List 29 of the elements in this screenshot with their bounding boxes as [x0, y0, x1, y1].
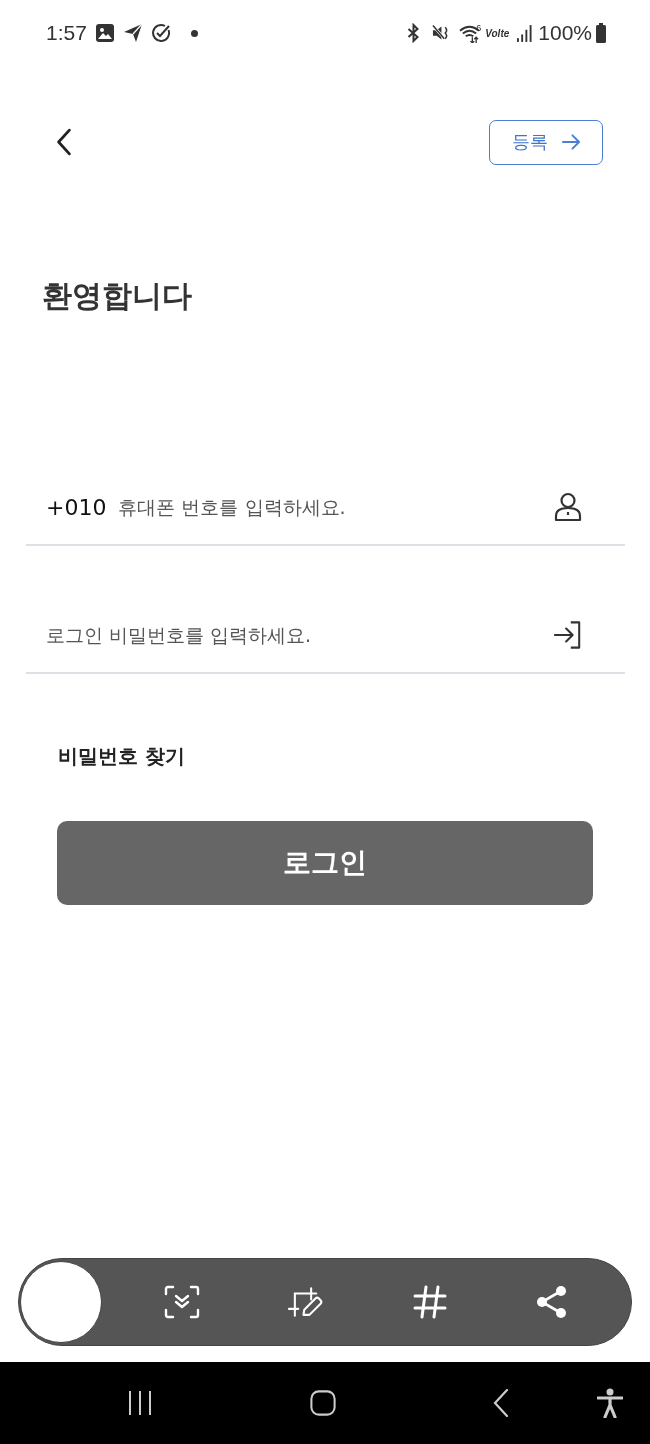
- network-label: Volte: [485, 27, 510, 39]
- home-icon[interactable]: [310, 1390, 336, 1416]
- battery-percent: 100%: [538, 21, 592, 45]
- login-button[interactable]: 로그인: [57, 821, 593, 905]
- wifi-icon: [459, 23, 481, 43]
- battery-icon: [596, 23, 606, 43]
- welcome-title: 환영합니다: [42, 277, 192, 315]
- country-code-prefix: +010: [46, 494, 107, 520]
- phone-number-input[interactable]: 휴대폰 번호를 입력하세요.: [118, 487, 542, 527]
- register-button[interactable]: 등록: [489, 119, 603, 165]
- notification-dot-icon: [190, 29, 198, 37]
- check-circle-icon: [150, 23, 171, 43]
- hashtag-icon[interactable]: [412, 1285, 448, 1319]
- paper-plane-icon: [122, 23, 143, 43]
- login-arrow-icon: [554, 620, 582, 650]
- person-icon: [554, 492, 582, 522]
- double-chevron-frame-icon[interactable]: [164, 1285, 200, 1319]
- preview-button[interactable]: [20, 1261, 102, 1343]
- crop-pencil-icon[interactable]: [288, 1285, 324, 1319]
- back-icon[interactable]: [56, 128, 72, 156]
- arrow-right-icon: [561, 134, 581, 150]
- password-input[interactable]: 로그인 비밀번호를 입력하세요.: [46, 615, 542, 655]
- accessibility-icon[interactable]: [597, 1388, 623, 1418]
- status-time: 1:57: [46, 21, 87, 45]
- recent-apps-icon[interactable]: [127, 1390, 153, 1416]
- image-icon: [94, 23, 115, 43]
- signal-icon: [517, 24, 533, 42]
- share-icon[interactable]: [536, 1285, 568, 1319]
- find-password-link[interactable]: 비밀번호 찾기: [58, 742, 185, 770]
